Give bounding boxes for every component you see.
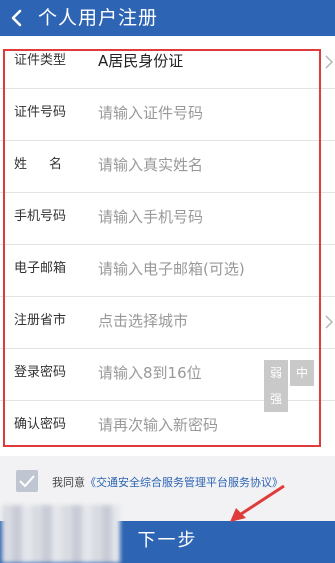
email-input[interactable]: 请输入电子邮箱(可选) bbox=[98, 259, 245, 279]
check-icon bbox=[19, 475, 35, 488]
back-arrow-icon[interactable] bbox=[8, 9, 26, 27]
chevron-right-icon bbox=[325, 55, 333, 69]
id-number-input[interactable]: 请输入证件号码 bbox=[98, 103, 203, 123]
header-bar: 个人用户注册 bbox=[0, 0, 335, 36]
email-row: 电子邮箱 请输入电子邮箱(可选) bbox=[0, 244, 335, 297]
email-label: 电子邮箱 bbox=[14, 261, 67, 276]
id-type-label: 证件类型 bbox=[14, 53, 67, 68]
password-input[interactable]: 请输入8到16位 bbox=[98, 363, 202, 383]
name-input[interactable]: 请输入真实姓名 bbox=[98, 155, 203, 175]
strength-weak: 弱 bbox=[264, 360, 288, 386]
confirm-password-row: 确认密码 请再次输入新密码 bbox=[0, 400, 335, 452]
name-label: 姓名 bbox=[14, 157, 85, 172]
name-row: 姓名 请输入真实姓名 bbox=[0, 140, 335, 193]
id-type-select[interactable]: A居民身份证 bbox=[98, 51, 183, 71]
confirm-password-input[interactable]: 请再次输入新密码 bbox=[98, 415, 218, 435]
id-number-row: 证件号码 请输入证件号码 bbox=[0, 88, 335, 141]
city-select[interactable]: 点击选择城市 bbox=[98, 311, 188, 331]
id-type-row[interactable]: 证件类型 A居民身份证 bbox=[0, 36, 335, 89]
registration-form: 证件类型 A居民身份证 证件号码 请输入证件号码 姓名 请输入真实姓名 手机号码… bbox=[0, 36, 335, 456]
phone-label: 手机号码 bbox=[14, 209, 67, 224]
city-row[interactable]: 注册省市 点击选择城市 bbox=[0, 296, 335, 349]
confirm-password-label: 确认密码 bbox=[14, 417, 67, 432]
password-row: 登录密码 请输入8到16位 弱中强 bbox=[0, 348, 335, 412]
phone-row: 手机号码 请输入手机号码 bbox=[0, 192, 335, 245]
strength-medium: 中 bbox=[290, 360, 314, 386]
agreement-prefix: 我同意 bbox=[52, 476, 85, 489]
red-arrow-icon bbox=[230, 484, 285, 522]
id-number-label: 证件号码 bbox=[14, 105, 67, 120]
phone-input[interactable]: 请输入手机号码 bbox=[98, 207, 203, 227]
city-label: 注册省市 bbox=[14, 313, 67, 328]
password-label: 登录密码 bbox=[14, 365, 67, 380]
password-strength-meter: 弱中强 bbox=[264, 360, 335, 412]
page-title: 个人用户注册 bbox=[38, 7, 159, 29]
agree-checkbox[interactable] bbox=[16, 470, 38, 492]
chevron-right-icon bbox=[325, 315, 333, 329]
blurred-overlay bbox=[2, 505, 120, 563]
